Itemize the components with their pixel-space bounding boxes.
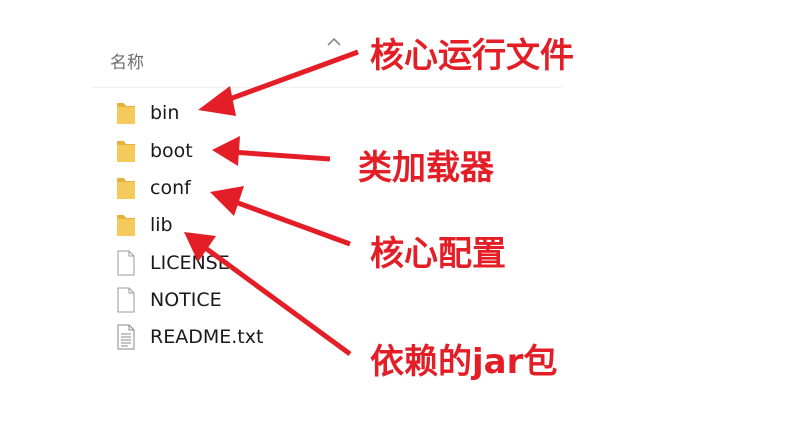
file-name: bin xyxy=(150,102,180,124)
file-row-notice[interactable]: NOTICE xyxy=(116,286,356,314)
annotation-bin: 核心运行文件 xyxy=(370,36,574,76)
file-name: README.txt xyxy=(150,326,264,348)
header-divider xyxy=(92,87,562,88)
text-file-icon xyxy=(117,324,135,350)
file-row-conf[interactable]: conf xyxy=(116,174,356,202)
file-row-boot[interactable]: boot xyxy=(116,137,356,165)
annotation-boot: 类加载器 xyxy=(358,148,494,188)
folder-icon xyxy=(117,103,135,124)
file-row-license[interactable]: LICENSE xyxy=(116,249,356,277)
name-column-header[interactable]: 名称 xyxy=(110,48,144,73)
chevron-up-icon[interactable] xyxy=(326,36,342,46)
file-row-readme[interactable]: README.txt xyxy=(116,323,356,351)
file-row-bin[interactable]: bin xyxy=(116,99,356,127)
file-name: NOTICE xyxy=(150,289,222,311)
file-icon xyxy=(117,287,135,313)
file-explorer-pane: 名称 bin boot conf lib LICENSE NOTICE READ… xyxy=(92,22,562,362)
file-name: boot xyxy=(150,140,193,162)
file-name: conf xyxy=(150,177,191,199)
file-name: lib xyxy=(150,214,173,236)
folder-icon xyxy=(117,141,135,162)
folder-icon xyxy=(117,215,135,236)
file-name: LICENSE xyxy=(150,252,230,274)
annotation-lib: 依赖的jar包 xyxy=(370,342,558,382)
annotation-conf: 核心配置 xyxy=(370,234,506,274)
file-row-lib[interactable]: lib xyxy=(116,211,356,239)
folder-icon xyxy=(117,178,135,199)
file-icon xyxy=(117,250,135,276)
